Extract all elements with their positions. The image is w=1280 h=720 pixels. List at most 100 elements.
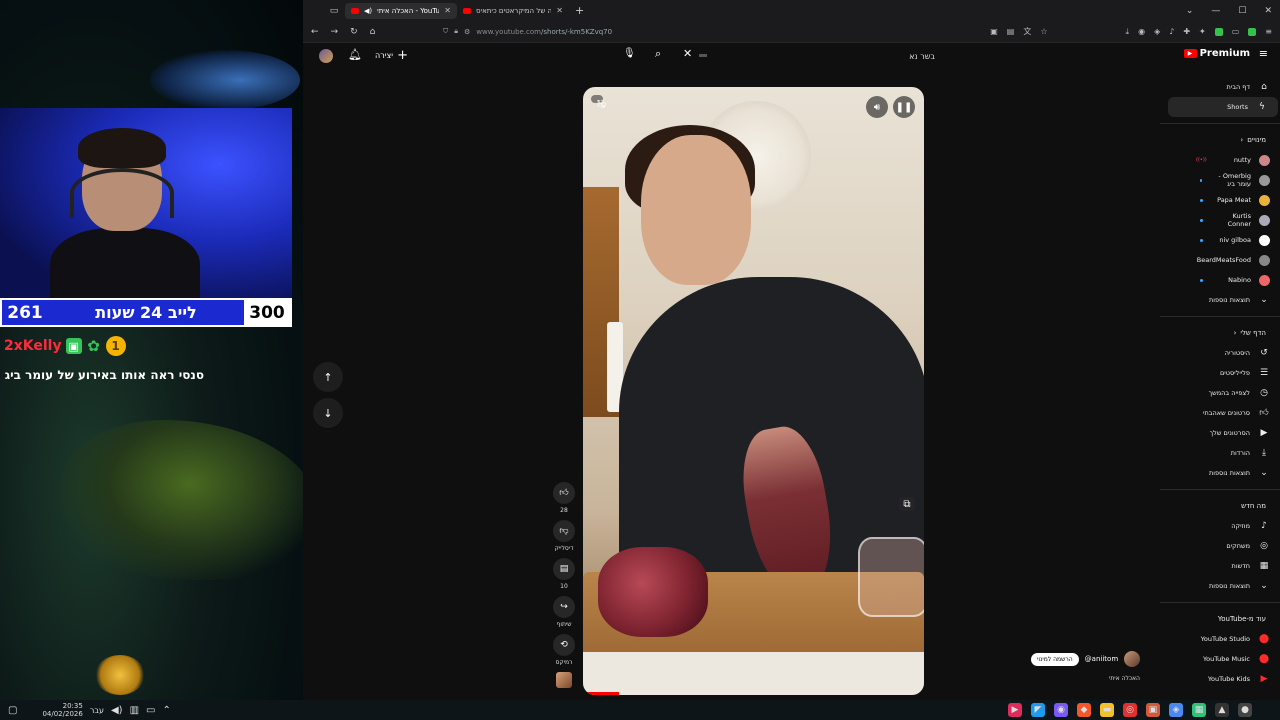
next-short-button[interactable]: ↓ <box>313 398 343 428</box>
back-icon[interactable]: ← <box>311 27 319 37</box>
show-more-you[interactable]: ⌄ תוצאות נוספות <box>1160 463 1280 483</box>
tray-overflow-icon[interactable]: ⌃ <box>162 705 170 716</box>
tab-second[interactable]: הבעיה של המיקראטים כיתאיס ✕ <box>457 3 569 19</box>
keyboard-icon[interactable] <box>699 54 707 57</box>
app-icon[interactable]: ▶ <box>1008 703 1022 717</box>
subscription-item[interactable]: Papa Meat <box>1160 190 1280 210</box>
like-action[interactable]: 👍︎ 28 <box>553 482 575 514</box>
create-button[interactable]: יצירה + <box>371 46 412 65</box>
subscribe-button[interactable]: הרשמה למינוי <box>1031 652 1079 666</box>
reload-icon[interactable]: ↻ <box>350 27 358 37</box>
extensions-icon[interactable]: ✚ <box>1183 27 1190 36</box>
short-video-player[interactable]: ⤡ ⋮ ▭ 🔊︎ ❚❚ ⧉ <box>583 87 924 695</box>
sidebar-item-music[interactable]: ♪ מוזיקה <box>1160 516 1280 536</box>
sidebar-item-history[interactable]: ↺ היסטוריה <box>1160 343 1280 363</box>
subscription-item[interactable]: BeardMeatsFood <box>1160 250 1280 270</box>
voice-search-icon[interactable]: 🎙︎ <box>623 48 636 59</box>
extension-green-icon[interactable] <box>1248 27 1257 36</box>
dislike-icon[interactable]: 👎︎ <box>553 520 575 542</box>
extension-icon[interactable]: ✦ <box>1199 27 1206 36</box>
site-settings-icon[interactable]: ⚙ <box>464 28 470 36</box>
comment-icon[interactable]: ▤ <box>553 558 575 580</box>
volume-icon[interactable]: ♪ <box>1169 27 1174 36</box>
file-explorer-icon[interactable]: ▬ <box>1100 703 1114 717</box>
channel-avatar[interactable] <box>1124 651 1141 667</box>
previous-short-button[interactable]: ↑ <box>313 362 343 392</box>
volume-icon[interactable]: ◀) <box>111 705 123 716</box>
subscription-item[interactable]: Omerbig - עומר ביג <box>1160 170 1280 190</box>
close-tab-icon[interactable]: ✕ <box>556 6 563 15</box>
screenshot-icon[interactable]: ▣ <box>990 27 998 36</box>
youtube-logo[interactable]: ▶ Premium <box>1183 48 1250 59</box>
sidebar-item-gaming[interactable]: ◎ משחקים <box>1160 536 1280 556</box>
dropdown-icon[interactable]: ⌄ <box>1186 6 1194 16</box>
subscription-item[interactable]: Kurtis Conner <box>1160 210 1280 230</box>
url-field[interactable]: ⛉ 🔒︎ ⚙ www.youtube.com/shorts/-km5KZvq70 <box>443 27 612 36</box>
shield-icon[interactable]: ⛉ <box>443 27 448 36</box>
search-icon[interactable]: ⌕ <box>655 47 661 61</box>
maximize-icon[interactable]: ☐ <box>1238 6 1246 16</box>
sound-thumbnail[interactable] <box>556 672 572 688</box>
show-more-whats-new[interactable]: ⌄ תוצאות נוספות <box>1160 576 1280 596</box>
sidebar-item-home[interactable]: ⌂ דף הבית <box>1160 77 1280 97</box>
app-icon[interactable]: ▲ <box>1215 703 1229 717</box>
discord-icon[interactable]: ◉ <box>1054 703 1068 717</box>
tab-overview-icon[interactable]: ▭ <box>323 6 345 16</box>
lock-icon[interactable]: 🔒︎ <box>454 27 458 36</box>
share-icon[interactable]: ↪ <box>553 596 575 618</box>
sidebar-item-music-app[interactable]: ⬤ YouTube Music <box>1160 649 1280 669</box>
language-indicator[interactable]: עבר <box>90 706 104 715</box>
sidebar-item-playlists[interactable]: ☰ פלייליסטים <box>1160 363 1280 383</box>
sidebar-item-downloads[interactable]: ⤓ הורדות <box>1160 443 1280 463</box>
notifications-bell-icon[interactable]: 🔔︎ <box>348 48 362 61</box>
show-more-subscriptions[interactable]: ⌄ תוצאות נוספות <box>1160 290 1280 310</box>
sidebar-item-news[interactable]: ▦ חדשות <box>1160 556 1280 576</box>
share-action[interactable]: ↪ שיתוף <box>553 596 575 628</box>
tab-youtube-short[interactable]: ◀) האכלה איתי - YouTube ✕ <box>345 2 457 19</box>
bookmark-star-icon[interactable]: ☆ <box>1040 27 1047 36</box>
app-icon[interactable]: ● <box>1238 703 1252 717</box>
download-icon[interactable]: ⤓ <box>1126 27 1130 37</box>
account-icon[interactable]: ◉ <box>1138 27 1145 36</box>
subscription-item[interactable]: Nabino <box>1160 270 1280 290</box>
guide-menu-icon[interactable]: ≡ <box>1259 47 1268 60</box>
sidebar-item-liked[interactable]: 👍︎ סרטונים שאהבתי <box>1160 403 1280 423</box>
progress-bar[interactable] <box>583 692 619 695</box>
notification-icon[interactable]: ▢ <box>8 705 17 716</box>
close-tab-icon[interactable]: ✕ <box>444 6 451 15</box>
shield-extension-icon[interactable]: ◈ <box>1154 27 1160 36</box>
sidebar-item-your-videos[interactable]: ▶ הסרטונים שלך <box>1160 423 1280 443</box>
translate-icon[interactable]: 文 <box>1023 26 1031 37</box>
sound-thumbnail-image[interactable] <box>556 672 572 688</box>
volume-icon[interactable]: 🔊︎ <box>866 96 888 118</box>
dislike-action[interactable]: 👎︎ דיסלייק <box>553 520 575 552</box>
subscription-item[interactable]: nutty ((•)) <box>1160 150 1280 170</box>
minimize-icon[interactable]: — <box>1211 6 1220 16</box>
system-clock[interactable]: 20:35 04/02/2026 <box>42 702 82 718</box>
extension-icon[interactable]: ▭ <box>1232 27 1240 36</box>
account-avatar[interactable] <box>319 49 333 63</box>
sidebar-item-shorts[interactable]: ϟ Shorts <box>1168 97 1278 117</box>
clear-search-icon[interactable]: ✕ <box>683 47 692 60</box>
network-icon[interactable]: ▥ <box>130 705 139 716</box>
speaker-icon[interactable]: ◀) <box>364 7 372 15</box>
new-tab-icon[interactable]: + <box>575 4 584 17</box>
home-icon[interactable]: ⌂ <box>370 27 376 37</box>
reader-icon[interactable]: ▤ <box>1007 27 1015 36</box>
app-icon[interactable]: ◎ <box>1123 703 1137 717</box>
channel-handle[interactable]: @aniitom <box>1085 655 1118 663</box>
app-icon[interactable]: ◤ <box>1031 703 1045 717</box>
sidebar-item-kids[interactable]: ▶ YouTube Kids <box>1160 669 1280 689</box>
close-window-icon[interactable]: ✕ <box>1264 6 1272 16</box>
menu-icon[interactable]: ≡ <box>1265 27 1272 36</box>
browser-app-icon[interactable]: ◆ <box>1077 703 1091 717</box>
like-icon[interactable]: 👍︎ <box>553 482 575 504</box>
subscription-item[interactable]: niv gilboa <box>1160 230 1280 250</box>
comments-action[interactable]: ▤ 10 <box>553 558 575 590</box>
extension-green-icon[interactable] <box>1214 27 1223 36</box>
app-icon[interactable]: ▣ <box>1146 703 1160 717</box>
search-input[interactable]: בשר נא <box>699 48 939 64</box>
miniplayer-icon[interactable]: ⧉ <box>899 497 915 511</box>
you-header[interactable]: הדף שלי ‹ <box>1160 323 1280 343</box>
sidebar-item-studio[interactable]: ⬤ YouTube Studio <box>1160 629 1280 649</box>
